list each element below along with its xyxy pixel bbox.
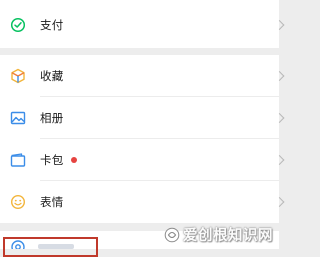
notification-badge (71, 157, 77, 163)
features-section: 收藏 相册 卡包 表情 (0, 55, 285, 223)
payment-icon (10, 17, 26, 33)
menu-item-card-wallet-label: 卡包 (40, 153, 64, 167)
menu-item-emoji-label: 表情 (40, 195, 64, 209)
menu-item-album-label: 相册 (40, 111, 64, 125)
watermark: 爱创根知识网 (164, 224, 273, 245)
highlight-annotation-box (3, 237, 98, 257)
chevron-right-icon (274, 71, 285, 81)
menu-item-favorites[interactable]: 收藏 (0, 55, 285, 97)
menu-item-album[interactable]: 相册 (0, 97, 285, 139)
menu-item-pay[interactable]: 支付 (0, 0, 285, 48)
watermark-text: 爱创根知识网 (183, 228, 273, 244)
chevron-right-icon (274, 197, 285, 207)
menu-item-card-wallet[interactable]: 卡包 (0, 139, 285, 181)
favorites-cube-icon (11, 68, 25, 84)
menu-item-favorites-label: 收藏 (40, 69, 64, 83)
menu-item-emoji[interactable]: 表情 (0, 181, 285, 223)
pay-section: 支付 (0, 0, 285, 48)
card-wallet-icon (10, 153, 26, 167)
menu-item-pay-label: 支付 (40, 18, 64, 32)
emoji-smile-icon (10, 194, 26, 210)
album-photo-icon (10, 111, 26, 125)
watermark-logo-icon (164, 227, 180, 242)
chevron-right-icon (274, 20, 285, 30)
chevron-right-icon (274, 155, 285, 165)
chevron-right-icon (274, 113, 285, 123)
